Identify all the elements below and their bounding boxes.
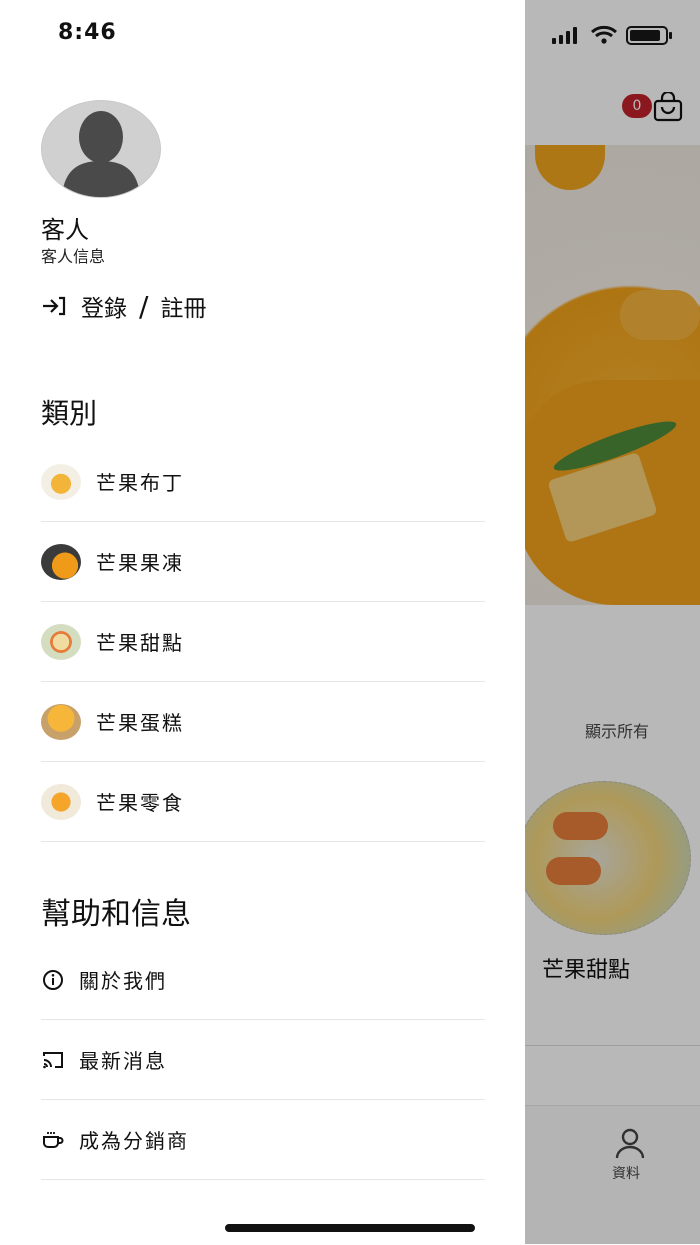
coffee-cup-icon xyxy=(43,1131,64,1148)
category-item-mango-dessert[interactable]: 芒果甜點 xyxy=(41,602,485,682)
category-label: 芒果布丁 xyxy=(96,471,184,495)
user-name: 客人 xyxy=(41,216,89,244)
category-label: 芒果零食 xyxy=(96,791,184,815)
cast-icon xyxy=(43,1051,63,1068)
status-time: 8:46 xyxy=(58,20,117,45)
about-us-item[interactable]: 關於我們 xyxy=(41,940,485,1020)
category-item-mango-jelly[interactable]: 芒果果凍 xyxy=(41,522,485,602)
category-label: 芒果蛋糕 xyxy=(96,711,184,735)
category-thumbnail xyxy=(41,623,81,660)
latest-news-item[interactable]: 最新消息 xyxy=(41,1020,485,1100)
categories-title: 類別 xyxy=(41,397,98,430)
category-thumbnail xyxy=(41,703,81,740)
category-item-mango-pudding[interactable]: 芒果布丁 xyxy=(41,442,485,522)
info-icon xyxy=(43,969,63,990)
battery-icon xyxy=(626,26,672,45)
status-icons xyxy=(552,25,672,45)
register-label[interactable]: 註冊 xyxy=(160,289,206,323)
home-indicator[interactable] xyxy=(225,1224,475,1232)
cellular-signal-icon xyxy=(552,27,577,44)
login-icon xyxy=(43,296,66,316)
login-label[interactable]: 登錄 xyxy=(81,289,127,323)
wifi-icon xyxy=(591,25,617,44)
login-register-link[interactable]: 登錄 / 註冊 xyxy=(41,288,206,324)
become-distributor-item[interactable]: 成為分銷商 xyxy=(41,1100,485,1180)
help-info-title: 幫助和信息 xyxy=(41,897,191,932)
navigation-drawer: 客人 客人信息 登錄 / 註冊 類別 芒果布丁 芒果果凍 芒果甜點 芒果蛋糕 芒… xyxy=(0,0,525,1244)
become-distributor-label: 成為分銷商 xyxy=(79,1129,189,1153)
category-item-mango-cake[interactable]: 芒果蛋糕 xyxy=(41,682,485,762)
person-silhouette-icon xyxy=(62,111,140,197)
category-label: 芒果甜點 xyxy=(96,631,184,655)
login-separator: / xyxy=(139,289,149,323)
avatar[interactable] xyxy=(41,100,161,198)
category-thumbnail xyxy=(41,543,81,580)
about-us-label: 關於我們 xyxy=(79,969,167,993)
latest-news-label: 最新消息 xyxy=(79,1049,167,1073)
category-item-mango-snack[interactable]: 芒果零食 xyxy=(41,762,485,842)
user-info: 客人信息 xyxy=(41,247,106,266)
category-thumbnail xyxy=(41,783,81,820)
category-thumbnail xyxy=(41,463,81,500)
category-label: 芒果果凍 xyxy=(96,551,184,575)
